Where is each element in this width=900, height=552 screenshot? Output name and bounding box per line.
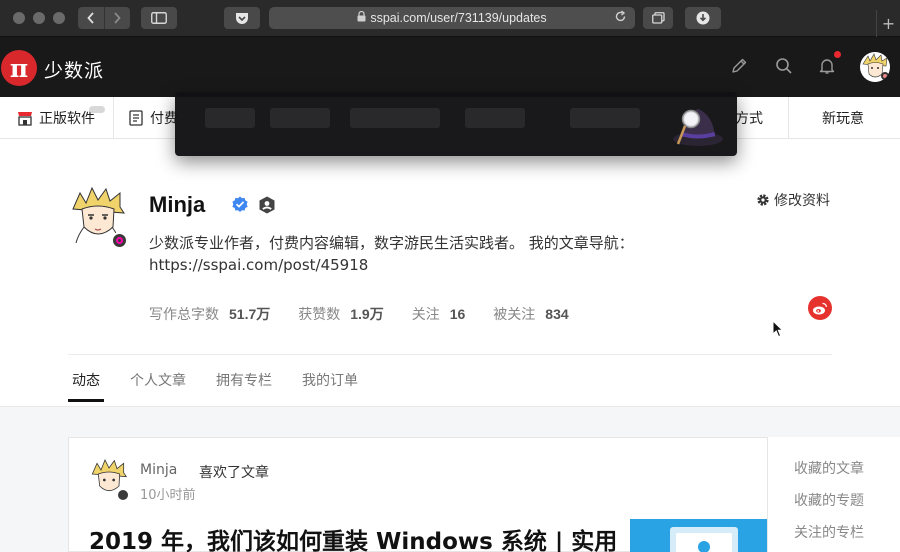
chevron-left-icon — [87, 12, 94, 24]
blurred-text — [270, 108, 330, 128]
blurred-text — [465, 108, 525, 128]
tab-overview-button[interactable] — [643, 7, 673, 29]
stat-value[interactable]: 834 — [545, 306, 568, 322]
chevron-right-icon — [114, 12, 121, 24]
blurred-text — [350, 108, 440, 128]
weibo-link[interactable] — [808, 296, 832, 320]
pencil-icon — [732, 58, 747, 73]
profile-bio: 少数派专业作者，付费内容编辑，数字游民生活实践者。 我的文章导航：https:/… — [149, 234, 634, 274]
new-badge — [89, 106, 105, 113]
cat-item-software[interactable]: 正版软件 — [17, 97, 95, 139]
address-url: sspai.com/user/731139/updates — [370, 11, 547, 25]
divider — [788, 97, 789, 139]
zoom-window-button[interactable] — [53, 12, 65, 24]
downloads-button[interactable] — [685, 7, 721, 29]
sidebar-item-saved-articles[interactable]: 收藏的文章 — [794, 458, 864, 478]
feed-card: Minja 喜欢了文章 10小时前 2019 年，我们该如何重装 Windows… — [68, 437, 900, 552]
stat-value[interactable]: 16 — [450, 306, 466, 322]
cat-item-label: 新玩意 — [822, 111, 864, 127]
sidebar-toggle-button[interactable] — [141, 7, 177, 29]
stat-value: 51.7万 — [229, 306, 271, 322]
sidebar-icon — [151, 12, 167, 24]
divider — [68, 354, 832, 355]
back-button[interactable] — [78, 7, 104, 29]
profile-name: Minja — [149, 192, 206, 217]
search-button[interactable] — [773, 55, 795, 77]
feed-action: 喜欢了文章 — [199, 465, 269, 481]
browser-toolbar: sspai.com/user/731139/updates + — [0, 0, 900, 37]
cat-item-label: 正版软件 — [39, 111, 95, 127]
sidebar-item-followed-columns[interactable]: 关注的专栏 — [794, 522, 864, 542]
history-nav — [78, 7, 130, 29]
pocket-button[interactable] — [224, 7, 260, 29]
tab-orders[interactable]: 我的订单 — [298, 370, 362, 402]
profile-sidebar: 收藏的文章 收藏的专题 关注的专栏 — [767, 437, 900, 552]
minimize-window-button[interactable] — [33, 12, 45, 24]
author-badge-icon — [117, 489, 129, 501]
user-avatar[interactable] — [860, 52, 890, 82]
cat-item-label: 付费 — [150, 111, 178, 127]
lock-icon — [357, 10, 366, 25]
alfred-hat-icon — [673, 109, 723, 146]
notification-badge — [834, 51, 841, 58]
profile-card: Minja 修改资料 少数派专业作者，付费内容编辑，数字游民生活实践者。 我的文… — [0, 139, 900, 407]
sidebar-item-saved-topics[interactable]: 收藏的专题 — [794, 490, 864, 510]
cat-item-label: 方式 — [735, 111, 763, 127]
feed-timestamp: 10小时前 — [140, 488, 196, 503]
bell-icon — [819, 59, 835, 74]
search-icon — [776, 58, 792, 74]
reload-icon[interactable] — [614, 10, 627, 26]
cat-item-paid[interactable]: 付费 — [129, 97, 178, 139]
shield-user-icon — [258, 196, 276, 214]
edit-profile-button[interactable]: 修改资料 — [756, 190, 830, 210]
pocket-icon — [236, 12, 248, 24]
download-icon — [696, 11, 710, 25]
stat-label: 关注 — [411, 307, 440, 323]
author-badge-icon — [111, 232, 128, 249]
stat-label: 获赞数 — [298, 307, 341, 323]
tab-updates[interactable]: 动态 — [68, 370, 104, 402]
notifications-button[interactable] — [816, 55, 838, 77]
logo-icon[interactable]: π — [1, 50, 37, 86]
article-thumbnail[interactable] — [630, 519, 767, 552]
verified-icon — [231, 196, 249, 214]
tabs-icon — [651, 12, 665, 24]
site-title[interactable]: 少数派 — [44, 56, 104, 83]
gear-icon — [757, 194, 769, 206]
document-icon — [129, 110, 143, 126]
address-bar[interactable]: sspai.com/user/731139/updates — [269, 7, 635, 29]
weibo-icon — [813, 302, 828, 314]
mouse-cursor-icon — [772, 320, 784, 338]
cat-item-method[interactable]: 方式 — [735, 97, 763, 139]
write-button[interactable] — [728, 55, 750, 77]
new-tab-button[interactable]: + — [876, 10, 900, 37]
blurred-text — [205, 108, 255, 128]
forward-button[interactable] — [103, 7, 131, 29]
stat-value: 1.9万 — [350, 306, 384, 322]
blurred-text — [570, 108, 640, 128]
feed-user-name[interactable]: Minja — [140, 462, 177, 478]
alfred-launcher[interactable] — [175, 92, 737, 156]
edit-profile-label: 修改资料 — [774, 193, 830, 209]
divider — [113, 97, 114, 139]
profile-stats: 写作总字数 51.7万 获赞数 1.9万 关注 16 被关注 834 — [149, 304, 597, 324]
article-title[interactable]: 2019 年，我们该如何重装 Windows 系统 | 实用 — [89, 522, 617, 552]
tab-columns[interactable]: 拥有专栏 — [212, 370, 276, 402]
tab-articles[interactable]: 个人文章 — [126, 370, 190, 402]
profile-tabs: 动态 个人文章 拥有专栏 我的订单 — [68, 370, 384, 402]
stat-label: 被关注 — [493, 307, 536, 323]
store-icon — [18, 112, 32, 126]
site-header: π 少数派 — [0, 37, 900, 97]
cat-item-gadgets[interactable]: 新玩意 — [822, 97, 864, 139]
stat-label: 写作总字数 — [149, 307, 219, 323]
close-window-button[interactable] — [13, 12, 25, 24]
plus-icon: + — [881, 14, 896, 33]
